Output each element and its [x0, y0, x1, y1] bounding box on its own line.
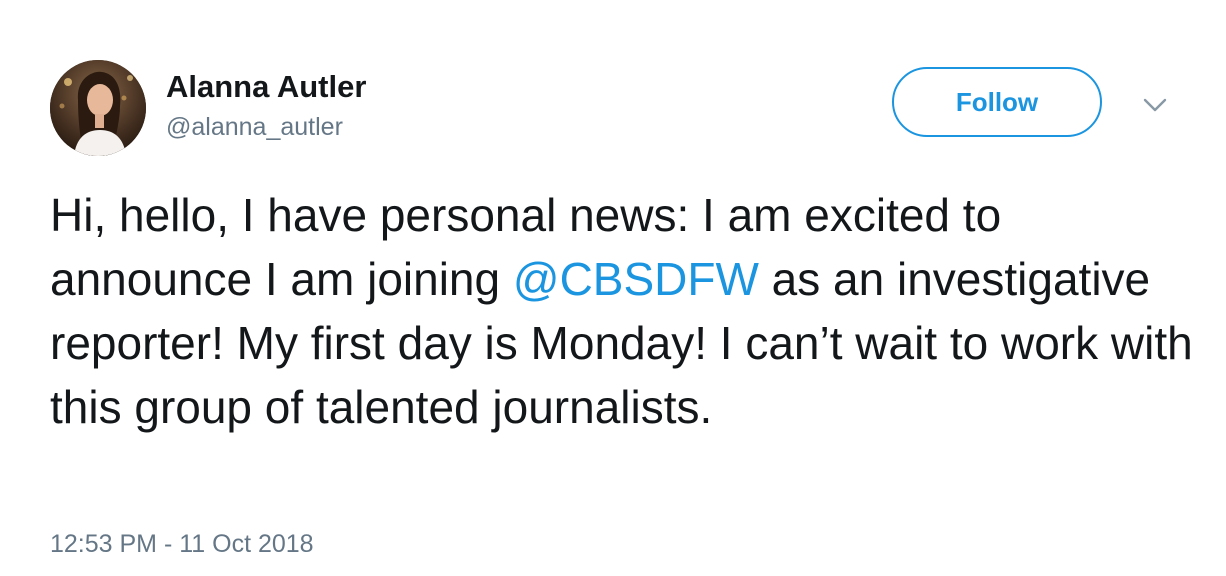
avatar[interactable]: [50, 60, 146, 156]
mention-link[interactable]: @CBSDFW: [513, 253, 759, 305]
author-info: Alanna Autler @alanna_autler: [166, 68, 366, 144]
tweet-timestamp[interactable]: 12:53 PM - 11 Oct 2018: [50, 528, 314, 560]
display-name[interactable]: Alanna Autler: [166, 68, 366, 106]
chevron-down-icon[interactable]: [1142, 96, 1168, 114]
user-handle[interactable]: @alanna_autler: [166, 110, 366, 144]
follow-button[interactable]: Follow: [892, 67, 1102, 137]
tweet-text: Hi, hello, I have personal news: I am ex…: [50, 183, 1200, 439]
tweet-card: Alanna Autler @alanna_autler Follow Hi, …: [0, 0, 1226, 576]
profile-photo-icon: [50, 60, 146, 156]
